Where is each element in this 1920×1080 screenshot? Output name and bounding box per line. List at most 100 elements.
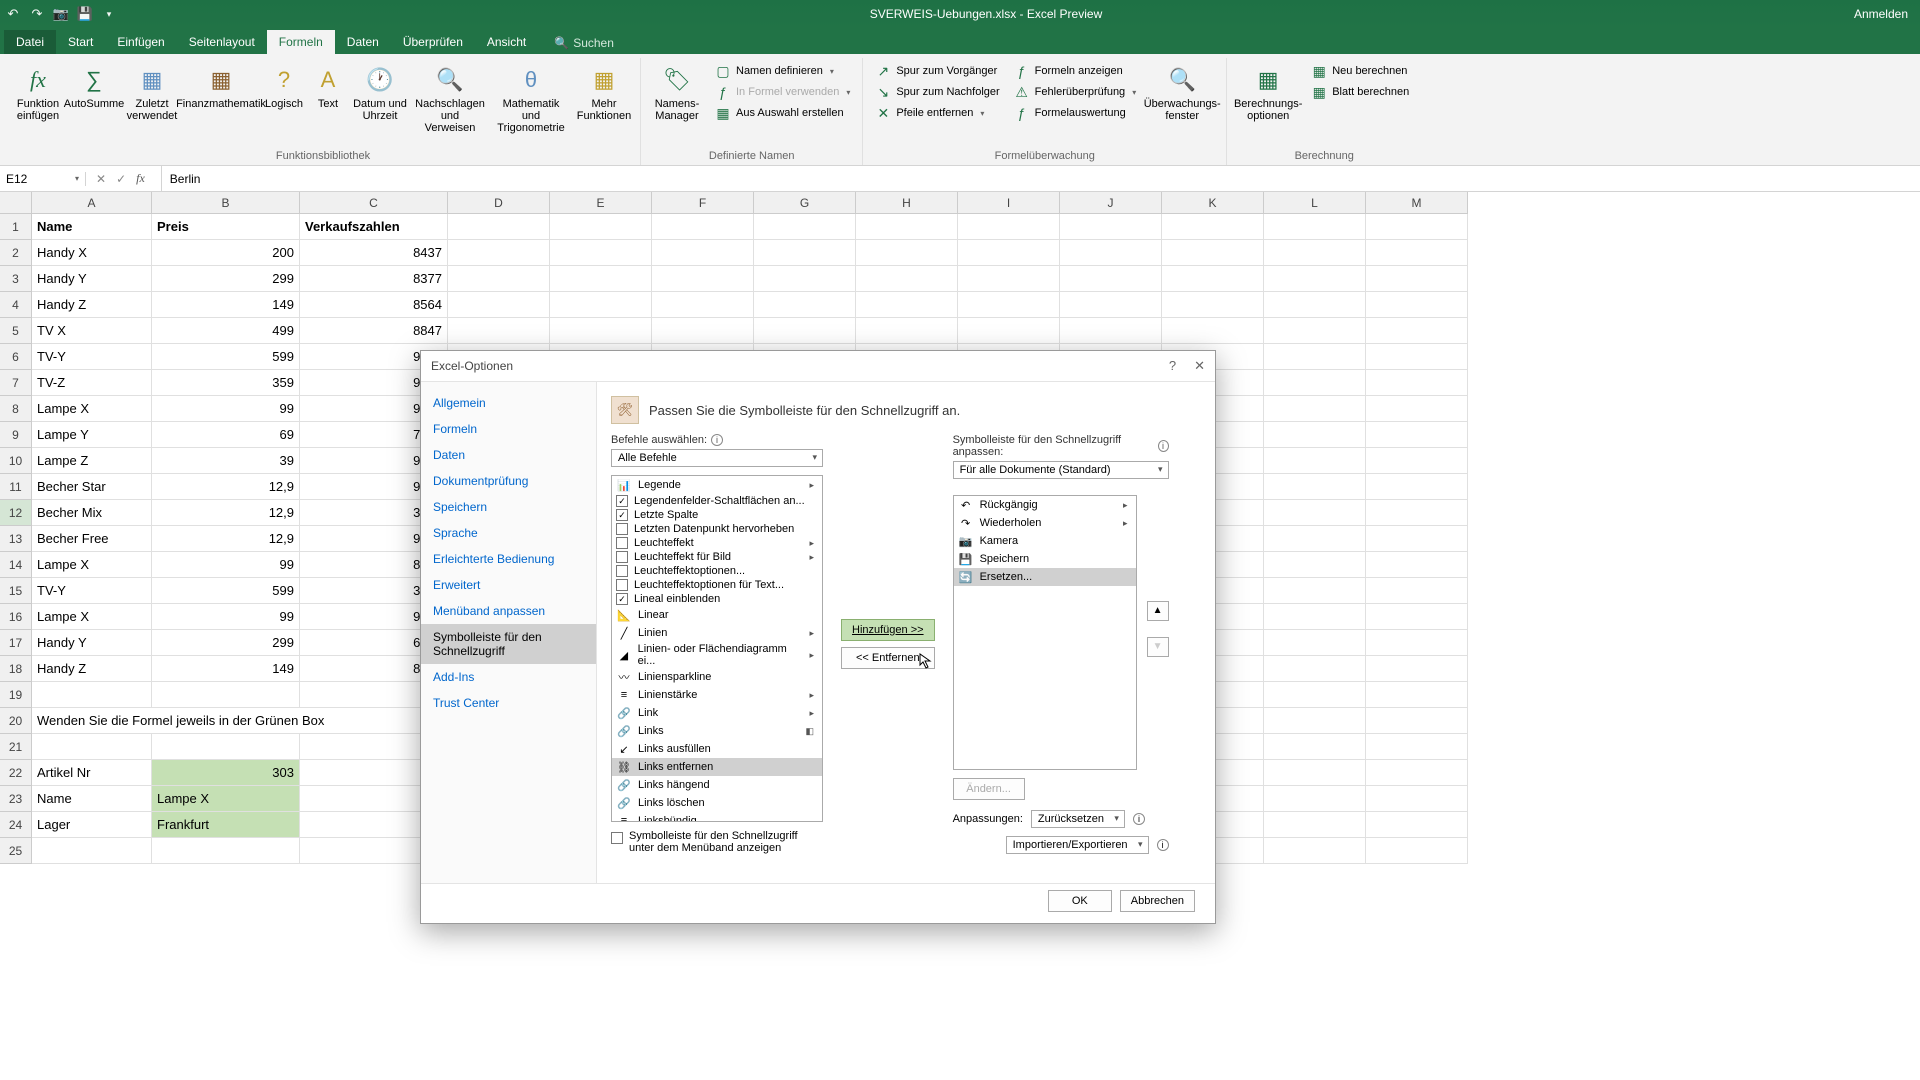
cell[interactable] bbox=[550, 292, 652, 318]
info-icon[interactable]: i bbox=[1158, 440, 1169, 452]
options-sidebar-item[interactable]: Erleichterte Bedienung bbox=[421, 546, 596, 572]
cell[interactable]: Lampe X bbox=[32, 552, 152, 578]
row-header[interactable]: 16 bbox=[0, 604, 32, 630]
cell[interactable] bbox=[1264, 500, 1366, 526]
list-item[interactable]: ↙Links ausfüllen bbox=[612, 740, 822, 758]
cell[interactable] bbox=[448, 318, 550, 344]
cell[interactable]: 149 bbox=[152, 656, 300, 682]
cell[interactable]: 8847 bbox=[300, 318, 448, 344]
cell[interactable] bbox=[448, 292, 550, 318]
cell[interactable] bbox=[448, 214, 550, 240]
cell[interactable] bbox=[1366, 240, 1468, 266]
options-sidebar-item[interactable]: Erweitert bbox=[421, 572, 596, 598]
cell[interactable]: Handy Y bbox=[32, 266, 152, 292]
cell[interactable]: Name bbox=[32, 786, 152, 812]
list-item[interactable]: ≡Linienstärke▸ bbox=[612, 686, 822, 704]
reset-button[interactable]: Zurücksetzen bbox=[1031, 810, 1125, 828]
cell[interactable] bbox=[1264, 214, 1366, 240]
add-button[interactable]: Hinzufügen >> bbox=[841, 619, 935, 641]
trace-precedents-button[interactable]: ↗Spur zum Vorgänger bbox=[871, 62, 1003, 80]
column-header[interactable]: L bbox=[1264, 192, 1366, 214]
cell[interactable]: Lampe X bbox=[152, 786, 300, 812]
math-button[interactable]: θMathematik und Trigonometrie bbox=[492, 60, 570, 134]
column-header[interactable]: C bbox=[300, 192, 448, 214]
row-header[interactable]: 10 bbox=[0, 448, 32, 474]
column-header[interactable]: K bbox=[1162, 192, 1264, 214]
row-header[interactable]: 17 bbox=[0, 630, 32, 656]
ribbon-search[interactable]: 🔍 Suchen bbox=[554, 36, 614, 54]
cell[interactable] bbox=[1264, 422, 1366, 448]
cell[interactable]: TV-Z bbox=[32, 370, 152, 396]
cell[interactable] bbox=[1264, 318, 1366, 344]
cell[interactable] bbox=[1366, 422, 1468, 448]
list-item[interactable]: 💾Speichern bbox=[954, 550, 1136, 568]
cell[interactable] bbox=[1264, 396, 1366, 422]
cell[interactable] bbox=[152, 682, 300, 708]
column-header[interactable]: H bbox=[856, 192, 958, 214]
list-item[interactable]: 📊Legende▸ bbox=[612, 476, 822, 494]
list-item[interactable]: ≡Linksbündig bbox=[612, 812, 822, 822]
cell[interactable] bbox=[754, 240, 856, 266]
cell[interactable] bbox=[1060, 266, 1162, 292]
cell[interactable]: Lampe X bbox=[32, 604, 152, 630]
cell[interactable] bbox=[958, 318, 1060, 344]
cell[interactable]: 12,9 bbox=[152, 500, 300, 526]
cell[interactable] bbox=[1264, 604, 1366, 630]
options-sidebar-item[interactable]: Daten bbox=[421, 442, 596, 468]
cell[interactable] bbox=[1366, 500, 1468, 526]
below-checkbox[interactable] bbox=[611, 832, 623, 844]
row-header[interactable]: 1 bbox=[0, 214, 32, 240]
cell[interactable] bbox=[1264, 292, 1366, 318]
confirm-icon[interactable]: ✓ bbox=[116, 172, 126, 186]
cell[interactable] bbox=[550, 240, 652, 266]
qat-listbox[interactable]: ↶Rückgängig▸↷Wiederholen▸📷Kamera💾Speiche… bbox=[953, 495, 1137, 770]
cell[interactable] bbox=[1366, 578, 1468, 604]
select-all-corner[interactable] bbox=[0, 192, 32, 214]
column-header[interactable]: F bbox=[652, 192, 754, 214]
cell[interactable] bbox=[1366, 266, 1468, 292]
cell[interactable] bbox=[1162, 240, 1264, 266]
close-icon[interactable]: ✕ bbox=[1194, 358, 1205, 374]
cell[interactable] bbox=[856, 214, 958, 240]
list-item[interactable]: ↶Rückgängig▸ bbox=[954, 496, 1136, 514]
column-header[interactable]: I bbox=[958, 192, 1060, 214]
cell[interactable]: Artikel Nr bbox=[32, 760, 152, 786]
cell[interactable] bbox=[1060, 240, 1162, 266]
cell[interactable] bbox=[448, 240, 550, 266]
cell[interactable] bbox=[1366, 760, 1468, 786]
cell[interactable]: Verkaufszahlen bbox=[300, 214, 448, 240]
cell[interactable]: Lager bbox=[32, 812, 152, 838]
cell[interactable] bbox=[1366, 708, 1468, 734]
name-manager-button[interactable]: 🏷Namens-Manager bbox=[649, 60, 705, 122]
remove-button[interactable]: << Entfernen bbox=[841, 647, 935, 669]
cell[interactable]: 200 bbox=[152, 240, 300, 266]
cell[interactable] bbox=[1366, 552, 1468, 578]
cell[interactable] bbox=[1264, 760, 1366, 786]
list-item[interactable]: 🔗Links hängend bbox=[612, 776, 822, 794]
remove-arrows-button[interactable]: ✕Pfeile entfernen▾ bbox=[871, 104, 1003, 122]
cell[interactable]: 39 bbox=[152, 448, 300, 474]
row-header[interactable]: 14 bbox=[0, 552, 32, 578]
row-header[interactable]: 13 bbox=[0, 526, 32, 552]
evaluate-formula-button[interactable]: ƒFormelauswertung bbox=[1010, 104, 1141, 122]
cell[interactable] bbox=[1366, 292, 1468, 318]
cell[interactable]: 599 bbox=[152, 578, 300, 604]
create-from-selection-button[interactable]: ▦Aus Auswahl erstellen bbox=[711, 104, 854, 122]
cell[interactable]: Lampe Z bbox=[32, 448, 152, 474]
cell[interactable] bbox=[652, 318, 754, 344]
use-in-formula-button[interactable]: ƒIn Formel verwenden▾ bbox=[711, 83, 854, 101]
list-item[interactable]: ✓Legendenfelder-Schaltflächen an... bbox=[612, 494, 822, 508]
cell[interactable] bbox=[856, 292, 958, 318]
list-item[interactable]: 📷Kamera bbox=[954, 532, 1136, 550]
row-header[interactable]: 21 bbox=[0, 734, 32, 760]
text-button[interactable]: AText bbox=[310, 60, 346, 110]
fx-icon[interactable]: fx bbox=[136, 171, 151, 186]
cell[interactable] bbox=[152, 838, 300, 864]
cell[interactable] bbox=[1366, 318, 1468, 344]
row-header[interactable]: 6 bbox=[0, 344, 32, 370]
column-header[interactable]: D bbox=[448, 192, 550, 214]
cell[interactable] bbox=[1060, 214, 1162, 240]
row-header[interactable]: 20 bbox=[0, 708, 32, 734]
list-item[interactable]: Leuchteffekt für Bild▸ bbox=[612, 550, 822, 564]
list-item[interactable]: 🔗Link▸ bbox=[612, 704, 822, 722]
